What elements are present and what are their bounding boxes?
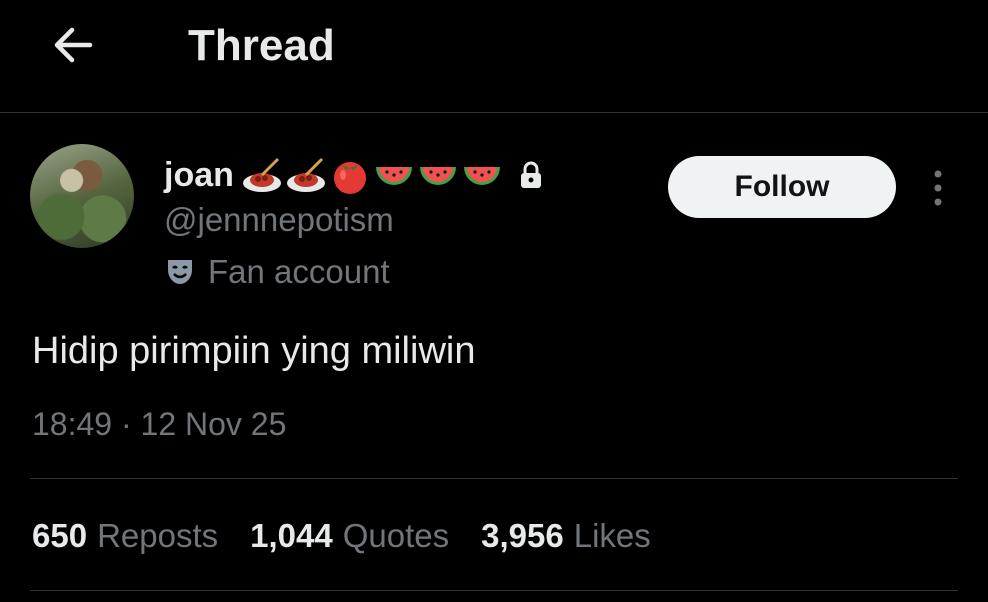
arrow-left-icon [54,27,93,63]
quotes-stat[interactable]: 1,044 Quotes [250,514,449,558]
watermelon-icon [419,167,456,185]
stats-divider [30,590,958,591]
author-handle[interactable]: @jennnepotism [164,198,394,242]
header-divider [0,112,988,113]
more-button[interactable] [920,164,956,212]
quotes-count: 1,044 [250,517,333,554]
more-vertical-icon [934,170,942,206]
account-label: Fan account [164,250,390,294]
spaghetti-icon [286,157,325,192]
avatar[interactable] [30,144,134,248]
account-label-text: Fan account [208,253,390,290]
back-button[interactable] [48,20,98,70]
reposts-label: Reposts [97,517,219,554]
quotes-label: Quotes [342,517,450,554]
name-emoji-group [240,155,504,195]
author-name[interactable]: joan [164,155,234,195]
tomato-icon [333,162,366,194]
spaghetti-icon [242,157,281,192]
theater-masks-icon [168,260,192,284]
likes-label: Likes [573,517,651,554]
lock-icon [518,160,544,190]
tweet-stats: 650 Reposts 1,044 Quotes 3,956 Likes [32,514,683,558]
tweet-timestamp[interactable]: 18:49 · 12 Nov 25 [32,402,286,446]
page-title: Thread [188,21,335,70]
author-name-row: joan [164,150,544,200]
watermelon-icon [375,167,412,185]
reposts-stat[interactable]: 650 Reposts [32,514,218,558]
meta-divider [30,478,958,479]
reposts-count: 650 [32,517,88,554]
tweet-text: Hidip pirimpiin ying miliwin [32,330,476,372]
likes-count: 3,956 [481,517,564,554]
follow-button[interactable]: Follow [668,156,896,218]
likes-stat[interactable]: 3,956 Likes [481,514,651,558]
thread-header: Thread [0,0,988,112]
watermelon-icon [463,167,500,185]
